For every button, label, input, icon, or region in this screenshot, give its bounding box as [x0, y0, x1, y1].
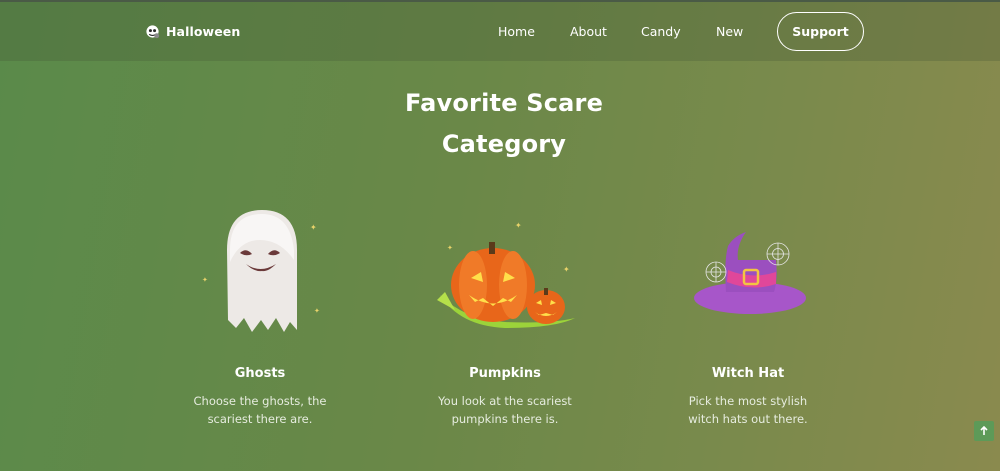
card-description-line1: Pick the most stylish: [688, 394, 808, 408]
svg-text:✦: ✦: [515, 221, 522, 230]
svg-text:✦: ✦: [314, 307, 320, 315]
card-description-line1: Choose the ghosts, the: [193, 394, 327, 408]
section-title: Favorite Scare Category: [0, 83, 1000, 165]
card-description-line2: witch hats out there.: [688, 412, 808, 426]
card-description: You look at the scariest pumpkins there …: [385, 392, 625, 428]
card-description-line2: pumpkins there is.: [451, 412, 559, 426]
section-title-line1: Favorite Scare: [404, 89, 604, 117]
support-button[interactable]: Support: [777, 12, 864, 51]
svg-text:✦: ✦: [310, 223, 317, 232]
svg-text:✦: ✦: [202, 276, 208, 284]
card-description-line2: scariest there are.: [207, 412, 313, 426]
card-witch-hat[interactable]: Witch Hat Pick the most stylish witch ha…: [628, 200, 868, 440]
card-title: Pumpkins: [469, 366, 541, 381]
site-header: Halloween Home About Candy New Support: [0, 2, 1000, 61]
pumpkin-image: ✦ ✦ ✦: [385, 200, 625, 340]
card-ghosts[interactable]: ✦ ✦ ✦ Ghosts Choose the ghosts, the scar…: [140, 200, 380, 440]
brand-logo[interactable]: Halloween: [145, 24, 240, 39]
nav-candy[interactable]: Candy: [641, 24, 681, 39]
nav-about[interactable]: About: [570, 24, 607, 39]
card-description: Choose the ghosts, the scariest there ar…: [140, 392, 380, 428]
svg-text:✦: ✦: [563, 265, 570, 274]
section-title-line2: Category: [441, 130, 567, 158]
svg-text:✦: ✦: [447, 244, 453, 252]
card-title: Ghosts: [234, 366, 286, 381]
scroll-to-top-button[interactable]: [974, 421, 994, 441]
card-title: Witch Hat: [711, 366, 785, 381]
nav-new[interactable]: New: [716, 24, 743, 39]
card-description: Pick the most stylish witch hats out the…: [628, 392, 868, 428]
card-pumpkins[interactable]: ✦ ✦ ✦ Pumpkins You look at the scariest …: [385, 200, 625, 440]
brand-name: Halloween: [166, 24, 241, 39]
arrow-up-icon: [980, 426, 988, 435]
ghost-image: ✦ ✦ ✦: [140, 200, 380, 340]
card-description-line1: You look at the scariest: [438, 394, 572, 408]
brand-icon: [146, 25, 160, 39]
witch-hat-image: [628, 200, 868, 340]
nav-home[interactable]: Home: [498, 24, 535, 39]
